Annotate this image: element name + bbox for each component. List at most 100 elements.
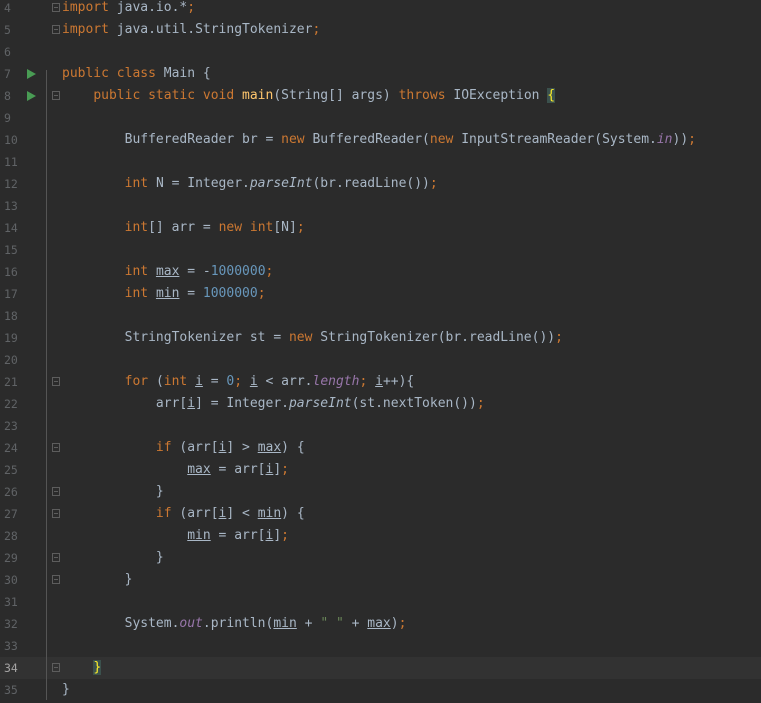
line-gutter[interactable]: 35: [0, 679, 44, 701]
code-editor[interactable]: 4 import java.io.*; 5 import java.util.Stri…: [0, 0, 761, 701]
line-gutter[interactable]: 27: [0, 503, 44, 525]
line-gutter[interactable]: 14: [0, 217, 44, 239]
fold-icon[interactable]: [52, 487, 60, 496]
code-line[interactable]: 4 import java.io.*;: [0, 0, 761, 19]
code-token: ]: [273, 462, 282, 477]
code-line[interactable]: 19 StringTokenizer st = new StringTokeni…: [0, 327, 761, 349]
code-line[interactable]: 22 arr[i] = Integer.parseInt(st.nextToke…: [0, 393, 761, 415]
run-icon[interactable]: [27, 69, 36, 79]
line-gutter[interactable]: 24: [0, 437, 44, 459]
code-line[interactable]: 24 if (arr[i] > max) {: [0, 437, 761, 459]
code-line[interactable]: 30 }: [0, 569, 761, 591]
line-gutter[interactable]: 10: [0, 129, 44, 151]
fold-icon[interactable]: [52, 443, 60, 452]
line-gutter[interactable]: 9: [0, 107, 44, 129]
code-token: = arr[: [210, 462, 266, 477]
line-gutter[interactable]: 28: [0, 525, 44, 547]
code-token: .println(: [202, 616, 274, 631]
code-line[interactable]: 33: [0, 635, 761, 657]
line-gutter[interactable]: 26: [0, 481, 44, 503]
line-gutter[interactable]: 19: [0, 327, 44, 349]
code-line[interactable]: 15: [0, 239, 761, 261]
code-text: }: [62, 679, 70, 701]
code-line[interactable]: 23: [0, 415, 761, 437]
code-token: new int: [218, 220, 274, 235]
line-gutter[interactable]: 12: [0, 173, 44, 195]
code-line[interactable]: 7 public class Main {: [0, 63, 761, 85]
line-gutter[interactable]: 15: [0, 239, 44, 261]
fold-icon[interactable]: [52, 663, 60, 672]
code-token: = arr[: [210, 528, 266, 543]
line-gutter[interactable]: 16: [0, 261, 44, 283]
code-line[interactable]: 5 import java.util.StringTokenizer;: [0, 19, 761, 41]
line-gutter[interactable]: 33: [0, 635, 44, 657]
code-line[interactable]: 11: [0, 151, 761, 173]
code-line[interactable]: 8 public static void main(String[] args)…: [0, 85, 761, 107]
code-line[interactable]: 6: [0, 41, 761, 63]
line-number: 11: [4, 155, 18, 169]
fold-icon[interactable]: [52, 91, 60, 100]
code-line[interactable]: 16 int max = -1000000;: [0, 261, 761, 283]
fold-icon[interactable]: [52, 509, 60, 518]
line-number: 33: [4, 639, 18, 653]
line-gutter[interactable]: 5: [0, 19, 44, 41]
code-token: min: [187, 528, 211, 543]
code-text: public static void main(String[] args) t…: [62, 85, 556, 107]
fold-icon[interactable]: [52, 377, 60, 386]
code-token: i: [195, 374, 203, 389]
code-line[interactable]: 10 BufferedReader br = new BufferedReade…: [0, 129, 761, 151]
code-line[interactable]: 9: [0, 107, 761, 129]
line-gutter[interactable]: 23: [0, 415, 44, 437]
code-line[interactable]: 20: [0, 349, 761, 371]
line-gutter[interactable]: 25: [0, 459, 44, 481]
code-line[interactable]: 21 for (int i = 0; i < arr.length; i++){: [0, 371, 761, 393]
line-gutter[interactable]: 32: [0, 613, 44, 635]
line-gutter[interactable]: 22: [0, 393, 44, 415]
code-line[interactable]: 25 max = arr[i];: [0, 459, 761, 481]
code-line[interactable]: 13: [0, 195, 761, 217]
code-token: 1000000: [210, 264, 266, 279]
code-token: BufferedReader br =: [62, 132, 282, 147]
line-gutter[interactable]: 21: [0, 371, 44, 393]
line-gutter[interactable]: 11: [0, 151, 44, 173]
code-token: ;: [281, 528, 289, 543]
line-gutter[interactable]: 29: [0, 547, 44, 569]
line-gutter[interactable]: 34: [0, 657, 44, 679]
fold-icon[interactable]: [52, 25, 60, 34]
code-line[interactable]: 12 int N = Integer.parseInt(br.readLine(…: [0, 173, 761, 195]
code-token: int: [124, 176, 156, 191]
code-token: ;: [398, 616, 407, 631]
line-gutter[interactable]: 18: [0, 305, 44, 327]
code-line[interactable]: 26 }: [0, 481, 761, 503]
code-line[interactable]: 35}: [0, 679, 761, 701]
code-token: System.: [62, 616, 180, 631]
run-icon[interactable]: [27, 91, 36, 101]
line-gutter[interactable]: 6: [0, 41, 44, 63]
line-gutter[interactable]: 31: [0, 591, 44, 613]
code-token: }: [62, 572, 133, 587]
line-gutter[interactable]: 8: [0, 85, 44, 107]
code-line[interactable]: 34 }: [0, 657, 761, 679]
code-line[interactable]: 17 int min = 1000000;: [0, 283, 761, 305]
code-line[interactable]: 28 min = arr[i];: [0, 525, 761, 547]
code-token: ;: [265, 264, 274, 279]
line-gutter[interactable]: 20: [0, 349, 44, 371]
line-gutter[interactable]: 7: [0, 63, 44, 85]
code-line[interactable]: 31: [0, 591, 761, 613]
fold-icon[interactable]: [52, 3, 60, 12]
code-line[interactable]: 18: [0, 305, 761, 327]
fold-icon[interactable]: [52, 553, 60, 562]
line-gutter[interactable]: 13: [0, 195, 44, 217]
fold-icon[interactable]: [52, 575, 60, 584]
line-gutter[interactable]: 4: [0, 0, 44, 19]
code-line[interactable]: 32 System.out.println(min + " " + max);: [0, 613, 761, 635]
code-text: if (arr[i] > max) {: [62, 437, 305, 459]
line-gutter[interactable]: 30: [0, 569, 44, 591]
code-line[interactable]: 27 if (arr[i] < min) {: [0, 503, 761, 525]
code-line[interactable]: 29 }: [0, 547, 761, 569]
code-token: in: [656, 132, 673, 147]
line-gutter[interactable]: 17: [0, 283, 44, 305]
code-line[interactable]: 14 int[] arr = new int[N];: [0, 217, 761, 239]
